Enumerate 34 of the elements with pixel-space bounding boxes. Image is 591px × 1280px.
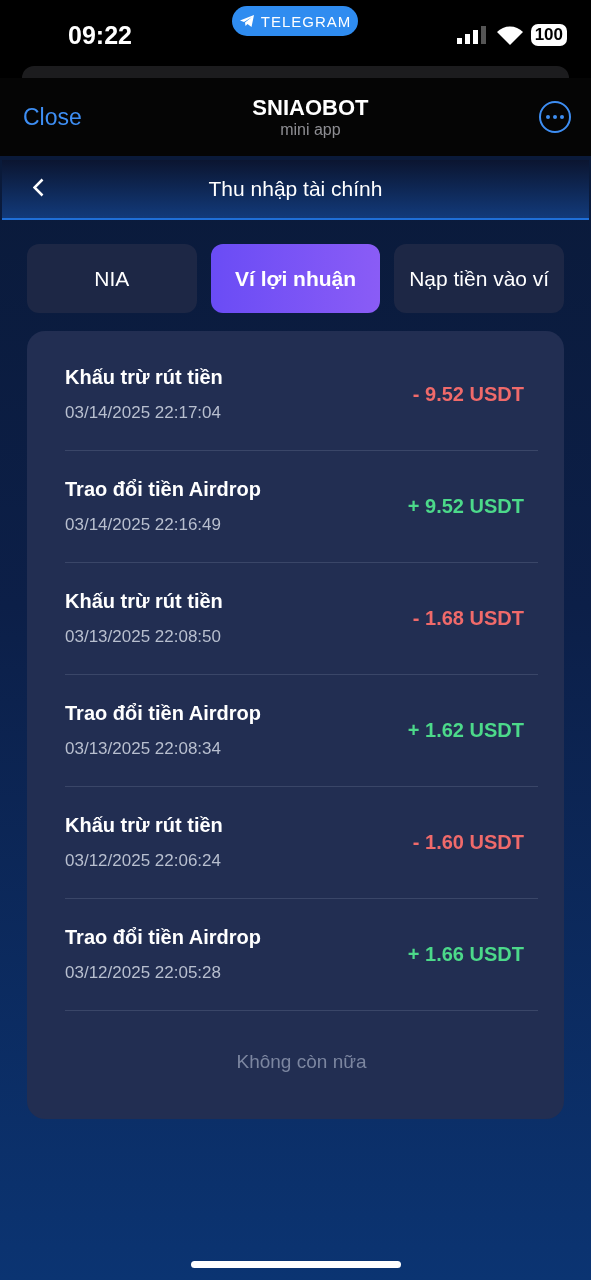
transaction-title: Trao đổi tiền Airdrop (65, 926, 261, 949)
status-time: 09:22 (68, 20, 132, 50)
transaction-time: 03/14/2025 22:16:49 (65, 515, 222, 535)
bot-subtitle: mini app (280, 121, 341, 139)
transaction-amount: + 1.62 USDT (407, 719, 524, 742)
bot-title: SNIAOBOT (252, 95, 369, 121)
transaction-amount: + 9.52 USDT (407, 495, 524, 518)
transaction-time: 03/12/2025 22:06:24 (65, 851, 222, 871)
transaction-title: Khấu trừ rút tiền (65, 590, 223, 613)
telegram-pill: TELEGRAM (232, 6, 358, 36)
signal-icon (456, 26, 489, 44)
transaction-time: 03/14/2025 22:17:04 (65, 403, 222, 423)
transaction-amount: + 1.66 USDT (407, 943, 524, 966)
transaction-amount: - 1.60 USDT (412, 831, 524, 854)
chevron-left-icon (32, 178, 44, 197)
end-note: Không còn nữa (236, 1051, 367, 1072)
transaction-amount: - 1.68 USDT (412, 607, 524, 630)
transaction-title: Khấu trừ rút tiền (65, 366, 223, 389)
battery-level: 100 (530, 24, 567, 46)
tab[interactable]: NIA (27, 244, 197, 313)
close-button[interactable]: Close (23, 103, 82, 131)
transaction-title: Trao đổi tiền Airdrop (65, 702, 261, 725)
more-button[interactable] (539, 101, 571, 133)
tab[interactable]: Ví lợi nhuận (210, 244, 381, 313)
transaction-time: 03/13/2025 22:08:50 (65, 627, 222, 647)
transaction-title: Khấu trừ rút tiền (65, 814, 223, 837)
transaction-amount: - 9.52 USDT (412, 383, 524, 406)
transaction-time: 03/13/2025 22:08:34 (65, 739, 222, 759)
transaction-time: 03/12/2025 22:05:28 (65, 963, 222, 983)
transaction-title: Trao đổi tiền Airdrop (65, 478, 261, 501)
tab[interactable]: Nạp tiền vào ví (394, 244, 564, 313)
paper-plane-icon (238, 14, 255, 28)
page-title: Thu nhập tài chính (208, 177, 383, 201)
wifi-icon (496, 25, 523, 45)
